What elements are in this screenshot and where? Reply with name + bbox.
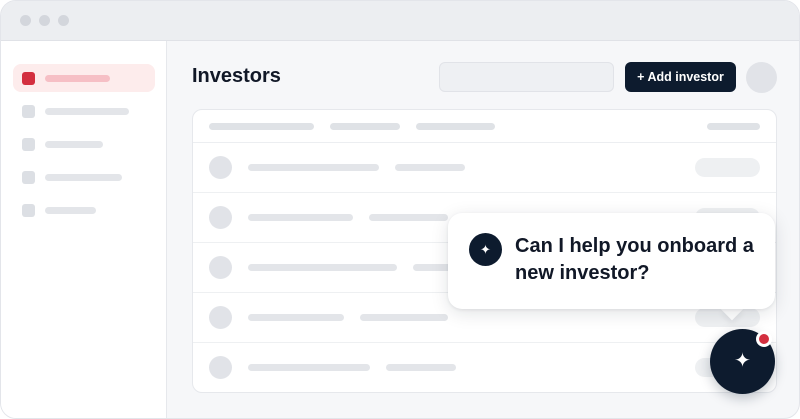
cell-placeholder: [248, 214, 353, 221]
sidebar-item-2[interactable]: [13, 97, 155, 125]
table-row[interactable]: [193, 143, 776, 193]
app-window: Investors + Add investor ✦ Can I help yo…: [0, 0, 800, 419]
sidebar-item-label-placeholder: [45, 207, 96, 214]
sidebar-item-3[interactable]: [13, 130, 155, 158]
cell-placeholder: [248, 264, 397, 271]
maximize-dot[interactable]: [58, 15, 69, 26]
cell-placeholder: [248, 164, 379, 171]
sidebar-item-4[interactable]: [13, 163, 155, 191]
cell-placeholder: [369, 214, 448, 221]
row-avatar: [209, 156, 232, 179]
search-input[interactable]: [439, 62, 614, 92]
add-investor-button[interactable]: + Add investor: [625, 62, 736, 92]
sidebar-item-1[interactable]: [13, 64, 155, 92]
status-pill: [695, 158, 760, 177]
sparkle-icon: ✦: [469, 233, 502, 266]
sidebar-item-icon: [22, 105, 35, 118]
notification-dot: [756, 331, 772, 347]
assistant-chat-bubble[interactable]: ✦ Can I help you onboard a new investor?: [448, 213, 775, 309]
sidebar-item-icon: [22, 72, 35, 85]
row-avatar: [209, 206, 232, 229]
title-bar: [1, 1, 799, 41]
sidebar-item-label-placeholder: [45, 141, 103, 148]
table-row[interactable]: [193, 343, 776, 392]
column-header-placeholder: [416, 123, 495, 130]
column-header-placeholder: [330, 123, 400, 130]
assistant-message: Can I help you onboard a new investor?: [515, 235, 754, 284]
column-header-placeholder: [707, 123, 760, 130]
close-dot[interactable]: [20, 15, 31, 26]
sidebar-item-label-placeholder: [45, 174, 122, 181]
cell-placeholder: [360, 314, 448, 321]
user-avatar[interactable]: [746, 62, 777, 93]
row-avatar: [209, 356, 232, 379]
sidebar-item-icon: [22, 171, 35, 184]
page-title: Investors: [192, 65, 281, 87]
sidebar-item-icon: [22, 138, 35, 151]
cell-placeholder: [248, 314, 344, 321]
cell-placeholder: [386, 364, 456, 371]
column-header-placeholder: [209, 123, 314, 130]
cell-placeholder: [395, 164, 465, 171]
minimize-dot[interactable]: [39, 15, 50, 26]
sidebar-item-icon: [22, 204, 35, 217]
table-header: [193, 110, 776, 143]
sidebar-item-label-placeholder: [45, 108, 129, 115]
sidebar-item-label-placeholder: [45, 75, 110, 82]
row-avatar: [209, 256, 232, 279]
cell-placeholder: [248, 364, 370, 371]
sidebar: [1, 41, 167, 418]
sparkle-icon: ✦: [734, 350, 751, 372]
row-avatar: [209, 306, 232, 329]
sidebar-item-5[interactable]: [13, 196, 155, 224]
